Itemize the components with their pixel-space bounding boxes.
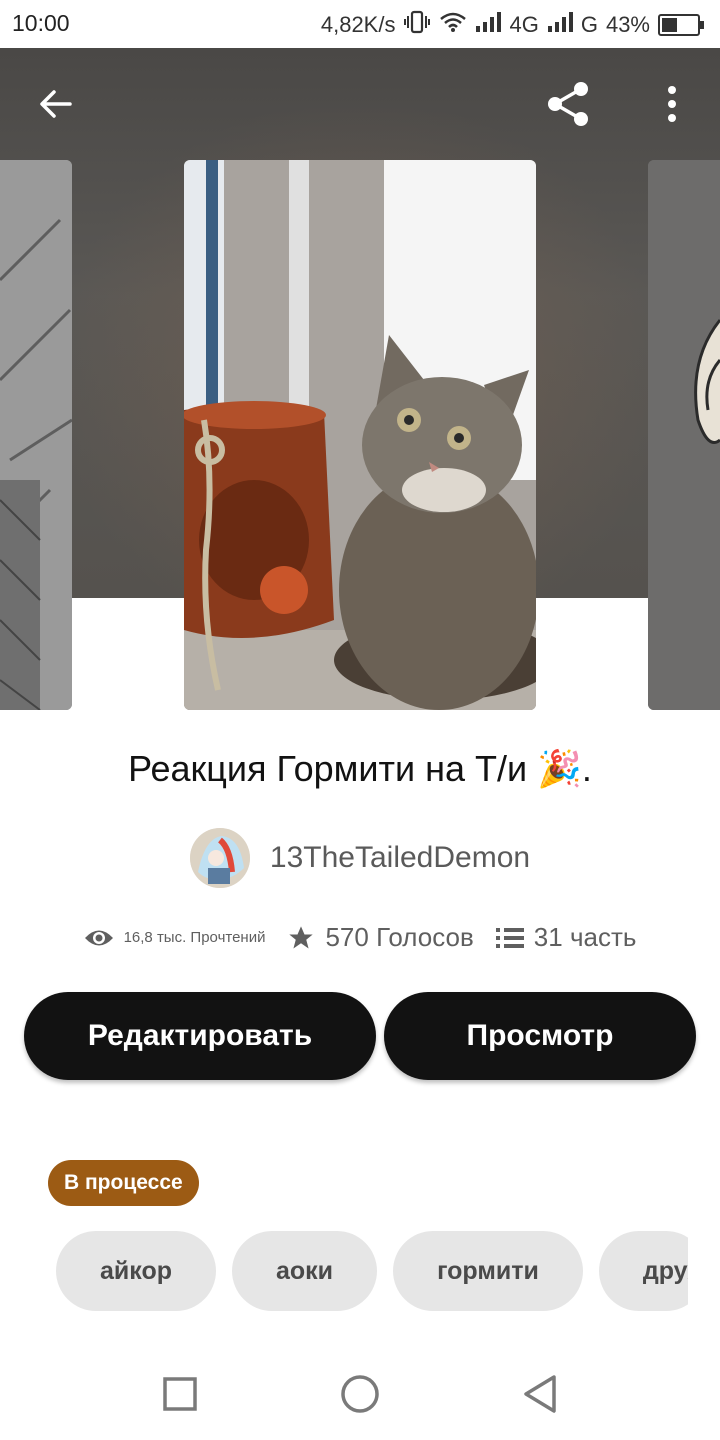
more-vertical-icon — [668, 86, 676, 122]
share-icon — [548, 82, 588, 126]
recents-button[interactable] — [152, 1366, 208, 1422]
story-stats: 16,8 тыс. Прочтений 570 Голосов 31 часть — [0, 922, 720, 953]
battery-percent: 43% — [605, 12, 650, 37]
tag-chip[interactable]: аоки — [232, 1231, 378, 1311]
avatar[interactable] — [189, 828, 250, 888]
network-speed: 4,82K/s — [320, 12, 396, 37]
tag-chip[interactable]: гормити — [393, 1231, 583, 1311]
sketch-art — [0, 160, 72, 710]
list-icon — [495, 927, 524, 948]
battery-icon — [658, 14, 704, 36]
votes-stat: 570 Голосов — [287, 922, 474, 953]
arrow-left-icon — [40, 90, 72, 118]
square-icon — [163, 1377, 197, 1411]
triangle-back-icon — [524, 1375, 556, 1413]
status-bar: 10:00 4,82K/s 4G G 43% — [0, 0, 720, 48]
tag-list[interactable]: айкор аоки гормити друж — [56, 1231, 688, 1311]
view-button[interactable]: Просмотр — [384, 992, 696, 1080]
next-story-cover[interactable] — [648, 160, 720, 710]
tag-chip[interactable]: айкор — [56, 1231, 216, 1311]
star-icon — [289, 925, 314, 948]
votes-count: 570 Голосов — [325, 922, 474, 952]
system-nav-bar — [0, 1344, 720, 1440]
tag-chip[interactable]: друж — [598, 1231, 688, 1311]
back-button[interactable] — [26, 74, 86, 134]
vibrate-icon — [403, 10, 431, 40]
signal-icon-1 — [475, 11, 502, 39]
battery-fill — [662, 18, 677, 32]
cat-photo — [184, 160, 536, 710]
network-type-1: 4G — [509, 12, 539, 37]
home-button[interactable] — [332, 1366, 388, 1422]
eye-icon — [84, 930, 113, 945]
author-row[interactable]: 13TheTailedDemon — [0, 828, 720, 888]
story-cover[interactable] — [184, 160, 536, 710]
edit-button[interactable]: Редактировать — [24, 992, 376, 1080]
reads-count: 16,8 тыс. Прочтений — [123, 929, 266, 946]
back-nav-button[interactable] — [512, 1366, 568, 1422]
share-button[interactable] — [538, 74, 598, 134]
author-name[interactable]: 13TheTailedDemon — [270, 841, 530, 875]
network-type-2: G — [580, 12, 598, 37]
more-button[interactable] — [642, 74, 702, 134]
status-icons: 4,82K/s 4G G 43% — [320, 10, 704, 40]
story-title: Реакция Гормити на Т/и 🎉. — [128, 748, 592, 789]
signal-icon-2 — [547, 11, 573, 39]
wifi-icon — [439, 11, 467, 39]
parts-stat: 31 часть — [495, 922, 637, 953]
parts-count: 31 часть — [533, 922, 637, 952]
drawing-art — [648, 160, 720, 710]
circle-icon — [341, 1375, 379, 1413]
status-badge: В процессе — [48, 1160, 199, 1206]
status-time: 10:00 — [12, 10, 70, 36]
reads-stat: 16,8 тыс. Прочтений — [84, 927, 266, 949]
previous-story-cover[interactable] — [0, 160, 72, 710]
